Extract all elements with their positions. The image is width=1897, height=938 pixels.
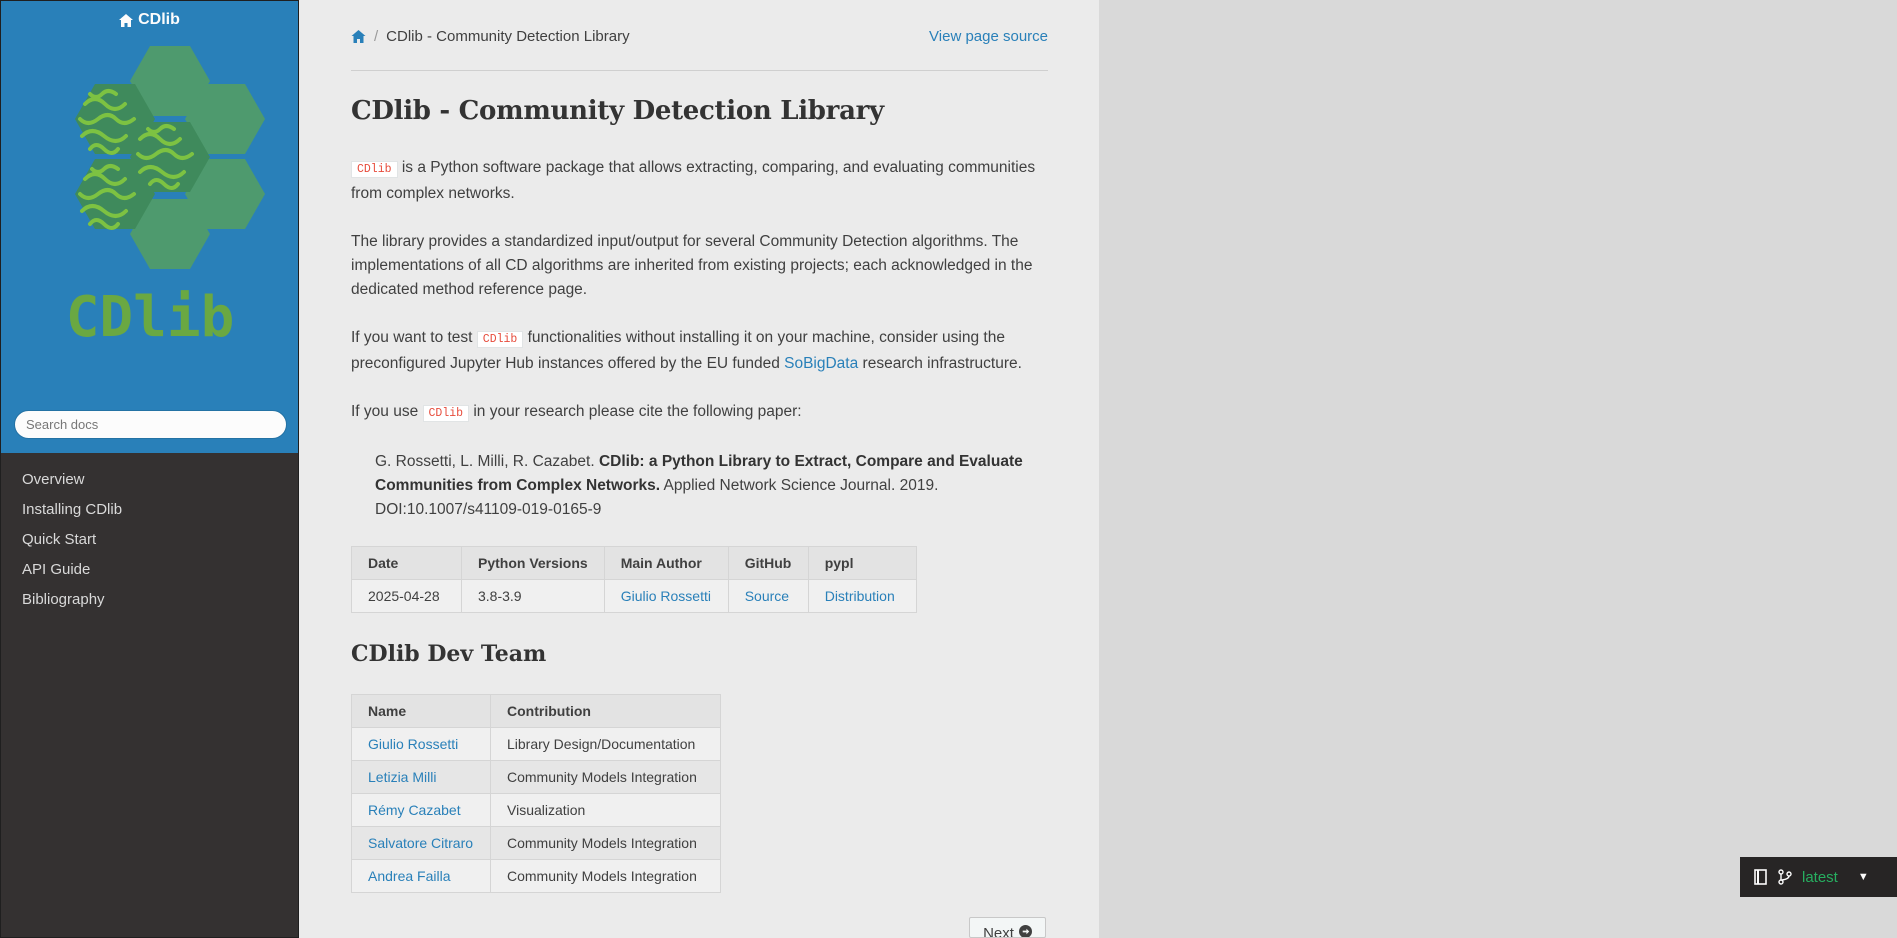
cite-intro-a: If you use — [351, 403, 423, 420]
sidebar: CDlib CDlib Overview Installin — [0, 0, 299, 938]
table-row: Letizia Milli Community Models Integrati… — [351, 760, 721, 794]
github-source-link[interactable]: Source — [745, 588, 789, 604]
table-header: GitHub — [727, 546, 809, 580]
jupyter-paragraph: If you want to test CDlib functionalitie… — [351, 326, 1048, 376]
member-link[interactable]: Andrea Failla — [368, 868, 451, 884]
contribution-cell: Community Models Integration — [490, 826, 721, 860]
citation-block: G. Rossetti, L. Milli, R. Cazabet. CDlib… — [375, 450, 1048, 522]
table-header: Contribution — [490, 694, 721, 728]
next-label: Next — [983, 925, 1014, 938]
team-table: Name Contribution Giulio Rossetti Librar… — [351, 694, 721, 893]
main-author-cell: Giulio Rossetti — [603, 579, 729, 613]
brand-label: CDlib — [138, 11, 180, 28]
intro-paragraph: CDlib is a Python software package that … — [351, 156, 1048, 206]
jupyter-text-a: If you want to test — [351, 329, 477, 346]
member-link[interactable]: Giulio Rossetti — [368, 736, 458, 752]
arrow-circle-right-icon — [1018, 925, 1032, 937]
caret-down-icon: ▼ — [1857, 871, 1869, 883]
table-header: Main Author — [603, 546, 729, 580]
date-cell: 2025-04-28 — [351, 579, 462, 613]
table-header: Python Versions — [461, 546, 605, 580]
main-author-link[interactable]: Giulio Rossetti — [621, 588, 711, 604]
home-icon — [351, 29, 366, 43]
table-row: Salvatore Citraro Community Models Integ… — [351, 826, 721, 860]
home-icon — [119, 13, 134, 27]
team-heading: CDlib Dev Team — [351, 641, 547, 667]
library-paragraph: The library provides a standardized inpu… — [351, 233, 1033, 298]
table-row: Andrea Failla Community Models Integrati… — [351, 859, 721, 893]
nav-item-bibliography[interactable]: Bibliography — [1, 588, 298, 618]
name-cell: Salvatore Citraro — [351, 826, 491, 860]
git-branch-icon — [1778, 869, 1792, 885]
breadcrumb-current: CDlib - Community Detection Library — [386, 27, 630, 45]
name-cell: Andrea Failla — [351, 859, 491, 893]
table-row: Giulio Rossetti Library Design/Documenta… — [351, 727, 721, 761]
next-button[interactable]: Next — [969, 917, 1046, 938]
table-header-row: Date Python Versions Main Author GitHub … — [351, 546, 917, 580]
version-selector[interactable]: latest ▼ — [1740, 857, 1897, 897]
nav-item-overview[interactable]: Overview — [1, 468, 298, 498]
logo-wordmark: CDlib — [65, 285, 234, 344]
table-header: Date — [351, 546, 462, 580]
table-row: 2025-04-28 3.8-3.9 Giulio Rossetti Sourc… — [351, 579, 917, 613]
github-cell: Source — [727, 579, 809, 613]
python-versions-cell: 3.8-3.9 — [461, 579, 605, 613]
breadcrumb-separator: / — [374, 27, 379, 45]
jupyter-text-c: research infrastructure. — [858, 355, 1022, 372]
contribution-cell: Visualization — [490, 793, 721, 827]
book-icon — [1754, 869, 1767, 885]
nav-item-api-guide[interactable]: API Guide — [1, 558, 298, 588]
sidebar-nav: Overview Installing CDlib Quick Start AP… — [1, 468, 298, 618]
nav-item-installing[interactable]: Installing CDlib — [1, 498, 298, 528]
table-header-row: Name Contribution — [351, 694, 721, 728]
cite-intro-paragraph: If you use CDlib in your research please… — [351, 400, 1048, 426]
member-link[interactable]: Letizia Milli — [368, 769, 436, 785]
contribution-cell: Community Models Integration — [490, 859, 721, 893]
breadcrumb: / CDlib - Community Detection Library Vi… — [351, 24, 1048, 48]
member-link[interactable]: Salvatore Citraro — [368, 835, 473, 851]
breadcrumb-home[interactable] — [351, 29, 366, 43]
member-link[interactable]: Rémy Cazabet — [368, 802, 461, 818]
table-row: Rémy Cazabet Visualization — [351, 793, 721, 827]
cite-intro-b: in your research please cite the followi… — [469, 403, 802, 420]
inline-code: CDlib — [422, 405, 470, 422]
table-header: Name — [351, 694, 491, 728]
nav-item-quick-start[interactable]: Quick Start — [1, 528, 298, 558]
inline-code: CDlib — [351, 161, 398, 178]
divider — [351, 70, 1048, 71]
version-label: latest — [1802, 868, 1838, 886]
page-title: CDlib - Community Detection Library — [351, 96, 884, 126]
contribution-cell: Library Design/Documentation — [490, 727, 721, 761]
search-input[interactable] — [14, 410, 287, 439]
name-cell: Rémy Cazabet — [351, 793, 491, 827]
brand-link[interactable]: CDlib — [119, 11, 180, 29]
intro-text: is a Python software package that allows… — [351, 159, 1036, 202]
table-header: pypl — [807, 546, 917, 580]
info-table: Date Python Versions Main Author GitHub … — [351, 546, 917, 613]
cdlib-logo[interactable]: CDlib — [30, 44, 270, 344]
pypi-cell: Distribution — [807, 579, 917, 613]
view-source-link[interactable]: View page source — [929, 28, 1048, 45]
citation-authors: G. Rossetti, L. Milli, R. Cazabet. — [375, 453, 599, 470]
pypi-distribution-link[interactable]: Distribution — [825, 588, 895, 604]
contribution-cell: Community Models Integration — [490, 760, 721, 794]
sobigdata-link[interactable]: SoBigData — [784, 355, 858, 372]
sidebar-header: CDlib CDlib — [1, 1, 298, 453]
inline-code: CDlib — [476, 331, 524, 348]
name-cell: Letizia Milli — [351, 760, 491, 794]
name-cell: Giulio Rossetti — [351, 727, 491, 761]
